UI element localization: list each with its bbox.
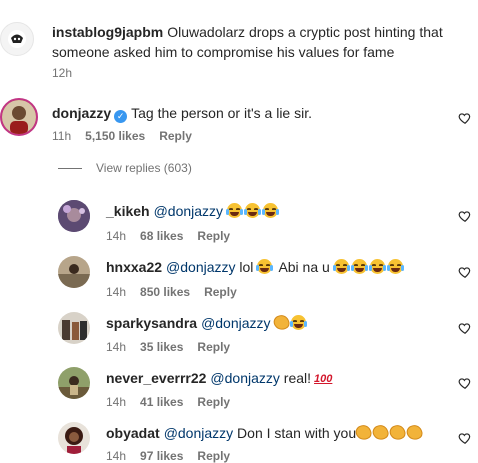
timestamp: 14h bbox=[106, 340, 127, 354]
clap-emoji-icon bbox=[387, 422, 408, 443]
divider bbox=[58, 167, 82, 169]
reply-meta: 14h 41 likes Reply bbox=[106, 395, 244, 409]
mention-link[interactable]: @donjazzy bbox=[210, 370, 279, 386]
heart-icon[interactable] bbox=[458, 265, 472, 279]
mention-link[interactable]: @donjazzy bbox=[201, 315, 270, 331]
reply-text: sparkysandra @donjazzy bbox=[106, 312, 309, 333]
joy-emoji-icon bbox=[386, 259, 404, 274]
post-username[interactable]: instablog9japbm bbox=[52, 24, 163, 40]
avatar-photo bbox=[58, 367, 90, 399]
likes-count[interactable]: 68 likes bbox=[140, 229, 183, 243]
heart-icon[interactable] bbox=[458, 376, 472, 390]
timestamp: 14h bbox=[106, 285, 127, 299]
timestamp: 14h bbox=[106, 395, 127, 409]
comment-username[interactable]: donjazzy bbox=[52, 105, 111, 121]
avatar-photo bbox=[58, 200, 90, 232]
clap-emoji-icon bbox=[353, 422, 374, 443]
reply-text: hnxxa22 @donjazzy lol Abi na u bbox=[106, 257, 406, 277]
view-replies-label: View replies (603) bbox=[96, 161, 192, 175]
joy-emoji-icon bbox=[261, 203, 279, 218]
reply-button[interactable]: Reply bbox=[197, 449, 230, 463]
post-meta: 12h bbox=[52, 66, 86, 80]
avatar-photo bbox=[58, 422, 90, 454]
caption-text: instablog9japbm Oluwadolarz drops a crypt… bbox=[52, 22, 462, 62]
hundred-emoji-icon: 100 bbox=[314, 373, 333, 385]
likes-count[interactable]: 850 likes bbox=[140, 285, 190, 299]
heart-icon[interactable] bbox=[458, 321, 472, 335]
joy-emoji-icon bbox=[256, 259, 274, 274]
reply-button[interactable]: Reply bbox=[197, 340, 230, 354]
comment-body: Tag the person or it's a lie sir. bbox=[131, 105, 312, 121]
avatar[interactable] bbox=[58, 422, 90, 454]
likes-count[interactable]: 5,150 likes bbox=[85, 129, 145, 143]
mention-link[interactable]: @donjazzy bbox=[154, 203, 223, 219]
avatar[interactable] bbox=[58, 312, 90, 344]
avatar[interactable] bbox=[58, 256, 90, 288]
reply-meta: 14h 68 likes Reply bbox=[106, 229, 244, 243]
verified-badge-icon: ✓ bbox=[114, 110, 128, 123]
comment-text: donjazzy ✓ Tag the person or it's a lie si… bbox=[52, 103, 312, 123]
reply-button[interactable]: Reply bbox=[159, 129, 192, 143]
heart-icon[interactable] bbox=[458, 431, 472, 445]
brand-logo-icon bbox=[8, 30, 26, 48]
likes-count[interactable]: 35 likes bbox=[140, 340, 183, 354]
view-replies-button[interactable]: View replies (603) bbox=[58, 161, 192, 175]
avatar[interactable] bbox=[0, 98, 38, 136]
reply-button[interactable]: Reply bbox=[197, 395, 230, 409]
mention-link[interactable]: @donjazzy bbox=[164, 425, 233, 441]
heart-icon[interactable] bbox=[458, 111, 472, 125]
reply-username[interactable]: _kikeh bbox=[106, 203, 150, 219]
reply-username[interactable]: hnxxa22 bbox=[106, 259, 162, 275]
joy-emoji-icon bbox=[368, 259, 386, 274]
joy-emoji-icon bbox=[225, 203, 243, 218]
reply-button[interactable]: Reply bbox=[197, 229, 230, 243]
reply-body: lol bbox=[239, 259, 254, 275]
joy-emoji-icon bbox=[290, 315, 308, 330]
joy-emoji-icon bbox=[350, 259, 368, 274]
avatar-photo bbox=[58, 312, 90, 344]
likes-count[interactable]: 41 likes bbox=[140, 395, 183, 409]
reply-username[interactable]: obyadat bbox=[106, 425, 160, 441]
comment-meta: 11h 5,150 likes Reply bbox=[52, 129, 206, 143]
clap-emoji-icon bbox=[404, 422, 425, 443]
reply-body: real! bbox=[283, 370, 312, 386]
mention-link[interactable]: @donjazzy bbox=[166, 259, 235, 275]
joy-emoji-icon bbox=[243, 203, 261, 218]
clap-emoji-icon bbox=[370, 422, 391, 443]
reply-username[interactable]: never_everrr22 bbox=[106, 370, 206, 386]
reply-body: Don I stan with you bbox=[237, 425, 357, 441]
heart-icon[interactable] bbox=[458, 209, 472, 223]
timestamp: 14h bbox=[106, 229, 127, 243]
reply-button[interactable]: Reply bbox=[204, 285, 237, 299]
timestamp: 14h bbox=[106, 449, 127, 463]
reply-text: _kikeh @donjazzy bbox=[106, 201, 281, 221]
reply-meta: 14h 97 likes Reply bbox=[106, 449, 244, 463]
avatar-photo bbox=[2, 100, 36, 134]
reply-text: obyadat @donjazzy Don I stan with you bbox=[106, 422, 425, 443]
reply-text: never_everrr22 @donjazzy real! 100 bbox=[106, 368, 332, 389]
clap-emoji-icon bbox=[271, 312, 292, 333]
avatar-photo bbox=[58, 256, 90, 288]
reply-meta: 14h 35 likes Reply bbox=[106, 340, 244, 354]
timestamp: 11h bbox=[52, 129, 72, 143]
likes-count[interactable]: 97 likes bbox=[140, 449, 183, 463]
avatar[interactable] bbox=[58, 367, 90, 399]
timestamp: 12h bbox=[52, 66, 73, 80]
reply-body-2: Abi na u bbox=[278, 259, 330, 275]
avatar[interactable] bbox=[58, 200, 90, 232]
reply-meta: 14h 850 likes Reply bbox=[106, 285, 251, 299]
avatar[interactable] bbox=[0, 22, 34, 56]
joy-emoji-icon bbox=[332, 259, 350, 274]
reply-username[interactable]: sparkysandra bbox=[106, 315, 197, 331]
